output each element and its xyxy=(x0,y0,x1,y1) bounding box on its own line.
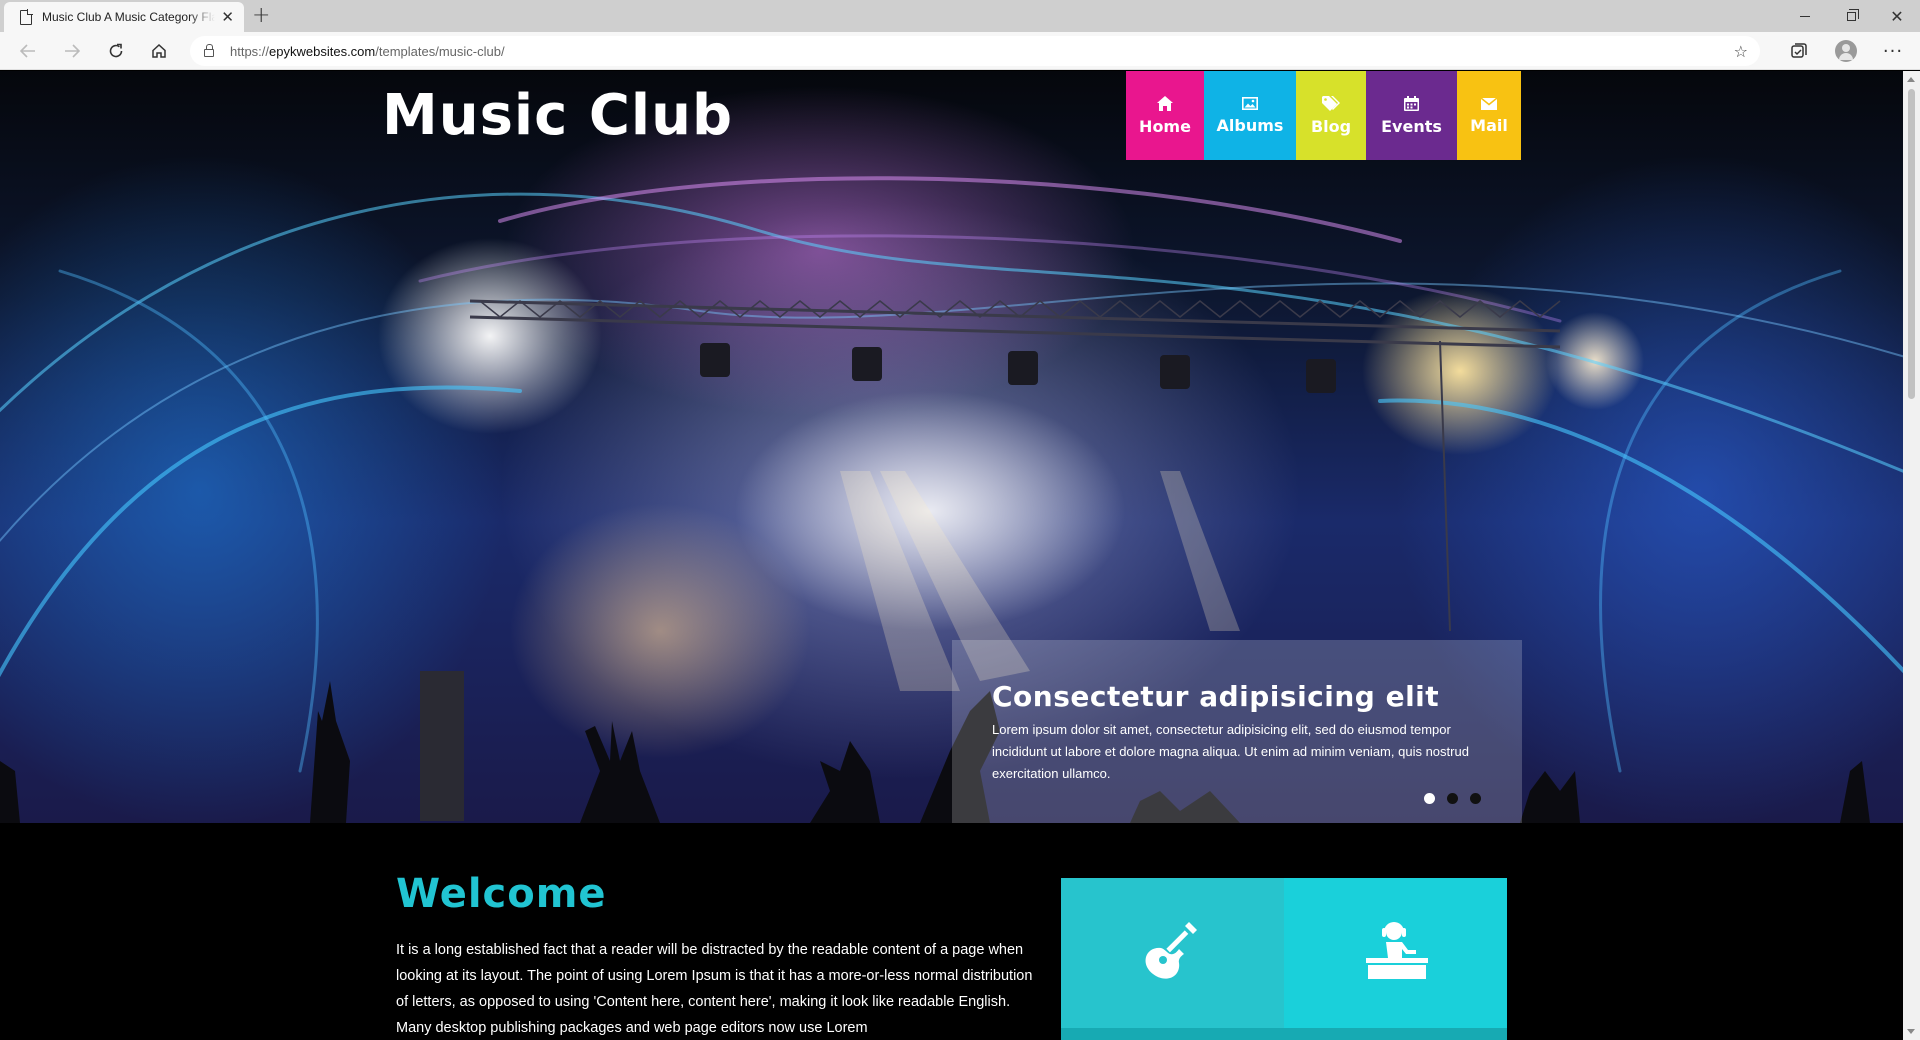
url-path: /templates/music-club/ xyxy=(375,43,505,59)
nav-mail[interactable]: Mail xyxy=(1457,71,1521,160)
tab-close-button[interactable]: ✕ xyxy=(221,8,234,26)
nav-albums[interactable]: Albums xyxy=(1204,71,1296,160)
welcome-section: Welcome It is a long established fact th… xyxy=(396,871,1036,1040)
dj-tile[interactable] xyxy=(1284,878,1507,1040)
guitar-icon xyxy=(1145,922,1197,979)
envelope-icon xyxy=(1480,96,1498,114)
restore-button[interactable] xyxy=(1828,0,1874,32)
main-navigation: Home Albums Blog Events Mail xyxy=(1126,71,1521,160)
forward-button[interactable] xyxy=(58,38,86,64)
nav-home[interactable]: Home xyxy=(1126,71,1204,160)
lock-icon xyxy=(204,44,214,57)
more-menu-button[interactable]: ··· xyxy=(1883,41,1903,62)
home-outline-icon xyxy=(152,43,166,58)
nav-home-label: Home xyxy=(1139,116,1191,136)
new-tab-button[interactable]: + xyxy=(252,3,270,28)
close-window-button[interactable]: ✕ xyxy=(1874,0,1920,32)
page-icon xyxy=(20,8,33,25)
web-page: Music Club Home Albums Blog Events Mail … xyxy=(0,71,1903,1040)
site-logo[interactable]: Music Club xyxy=(382,83,733,148)
dj-icon xyxy=(1366,922,1428,979)
url-text: https://epykwebsites.com/templates/music… xyxy=(230,44,505,59)
feature-tiles xyxy=(1061,878,1507,1040)
arrow-left-icon xyxy=(20,44,35,58)
scroll-thumb[interactable] xyxy=(1908,89,1915,399)
favorites-star-icon[interactable]: ☆ xyxy=(1734,42,1748,61)
picture-icon xyxy=(1242,96,1258,114)
slider-heading: Consectetur adipisicing elit xyxy=(992,680,1440,713)
nav-blog[interactable]: Blog xyxy=(1296,71,1366,160)
nav-albums-label: Albums xyxy=(1216,116,1284,135)
slider-dot-2[interactable] xyxy=(1447,793,1458,804)
nav-mail-label: Mail xyxy=(1470,116,1508,135)
address-bar: https://epykwebsites.com/templates/music… xyxy=(0,32,1920,70)
minimize-icon xyxy=(1800,15,1810,17)
collections-icon xyxy=(1791,43,1807,58)
slider-dot-1[interactable] xyxy=(1424,793,1435,804)
scroll-up-arrow-icon[interactable] xyxy=(1907,77,1915,82)
url-field[interactable]: https://epykwebsites.com/templates/music… xyxy=(190,36,1760,66)
calendar-icon xyxy=(1404,95,1419,115)
browser-tab[interactable]: Music Club A Music Category Flat Bootstr… xyxy=(4,2,244,32)
hero-slider: Music Club Home Albums Blog Events Mail … xyxy=(0,71,1903,823)
nav-events[interactable]: Events xyxy=(1366,71,1457,160)
welcome-text: It is a long established fact that a rea… xyxy=(396,942,1033,1036)
arrow-right-icon xyxy=(65,44,80,58)
page-scrollbar[interactable] xyxy=(1903,71,1920,1040)
url-host: epykwebsites.com xyxy=(269,43,376,59)
slider-pagination xyxy=(1424,793,1481,804)
browser-tab-bar: Music Club A Music Category Flat Bootstr… xyxy=(0,0,1920,32)
home-button[interactable] xyxy=(145,38,173,64)
slider-text: Lorem ipsum dolor sit amet, consectetur … xyxy=(992,722,1469,781)
tab-title: Music Club A Music Category Flat Bootstr… xyxy=(42,10,216,24)
collections-button[interactable] xyxy=(1789,41,1809,61)
minimize-button[interactable] xyxy=(1782,0,1828,32)
back-button[interactable] xyxy=(14,38,42,64)
reload-button[interactable] xyxy=(102,38,130,64)
profile-avatar[interactable] xyxy=(1835,40,1857,62)
welcome-title: Welcome xyxy=(396,871,607,917)
nav-events-label: Events xyxy=(1381,116,1442,136)
reload-icon xyxy=(109,43,123,58)
tiles-footer-strip xyxy=(1061,1028,1507,1040)
scroll-down-arrow-icon[interactable] xyxy=(1907,1029,1915,1034)
slider-dot-3[interactable] xyxy=(1470,793,1481,804)
tags-icon xyxy=(1322,95,1340,115)
restore-icon xyxy=(1846,8,1859,21)
home-icon xyxy=(1157,95,1173,115)
url-scheme: https:// xyxy=(230,43,270,59)
guitar-tile[interactable] xyxy=(1061,878,1284,1040)
nav-blog-label: Blog xyxy=(1310,116,1352,136)
